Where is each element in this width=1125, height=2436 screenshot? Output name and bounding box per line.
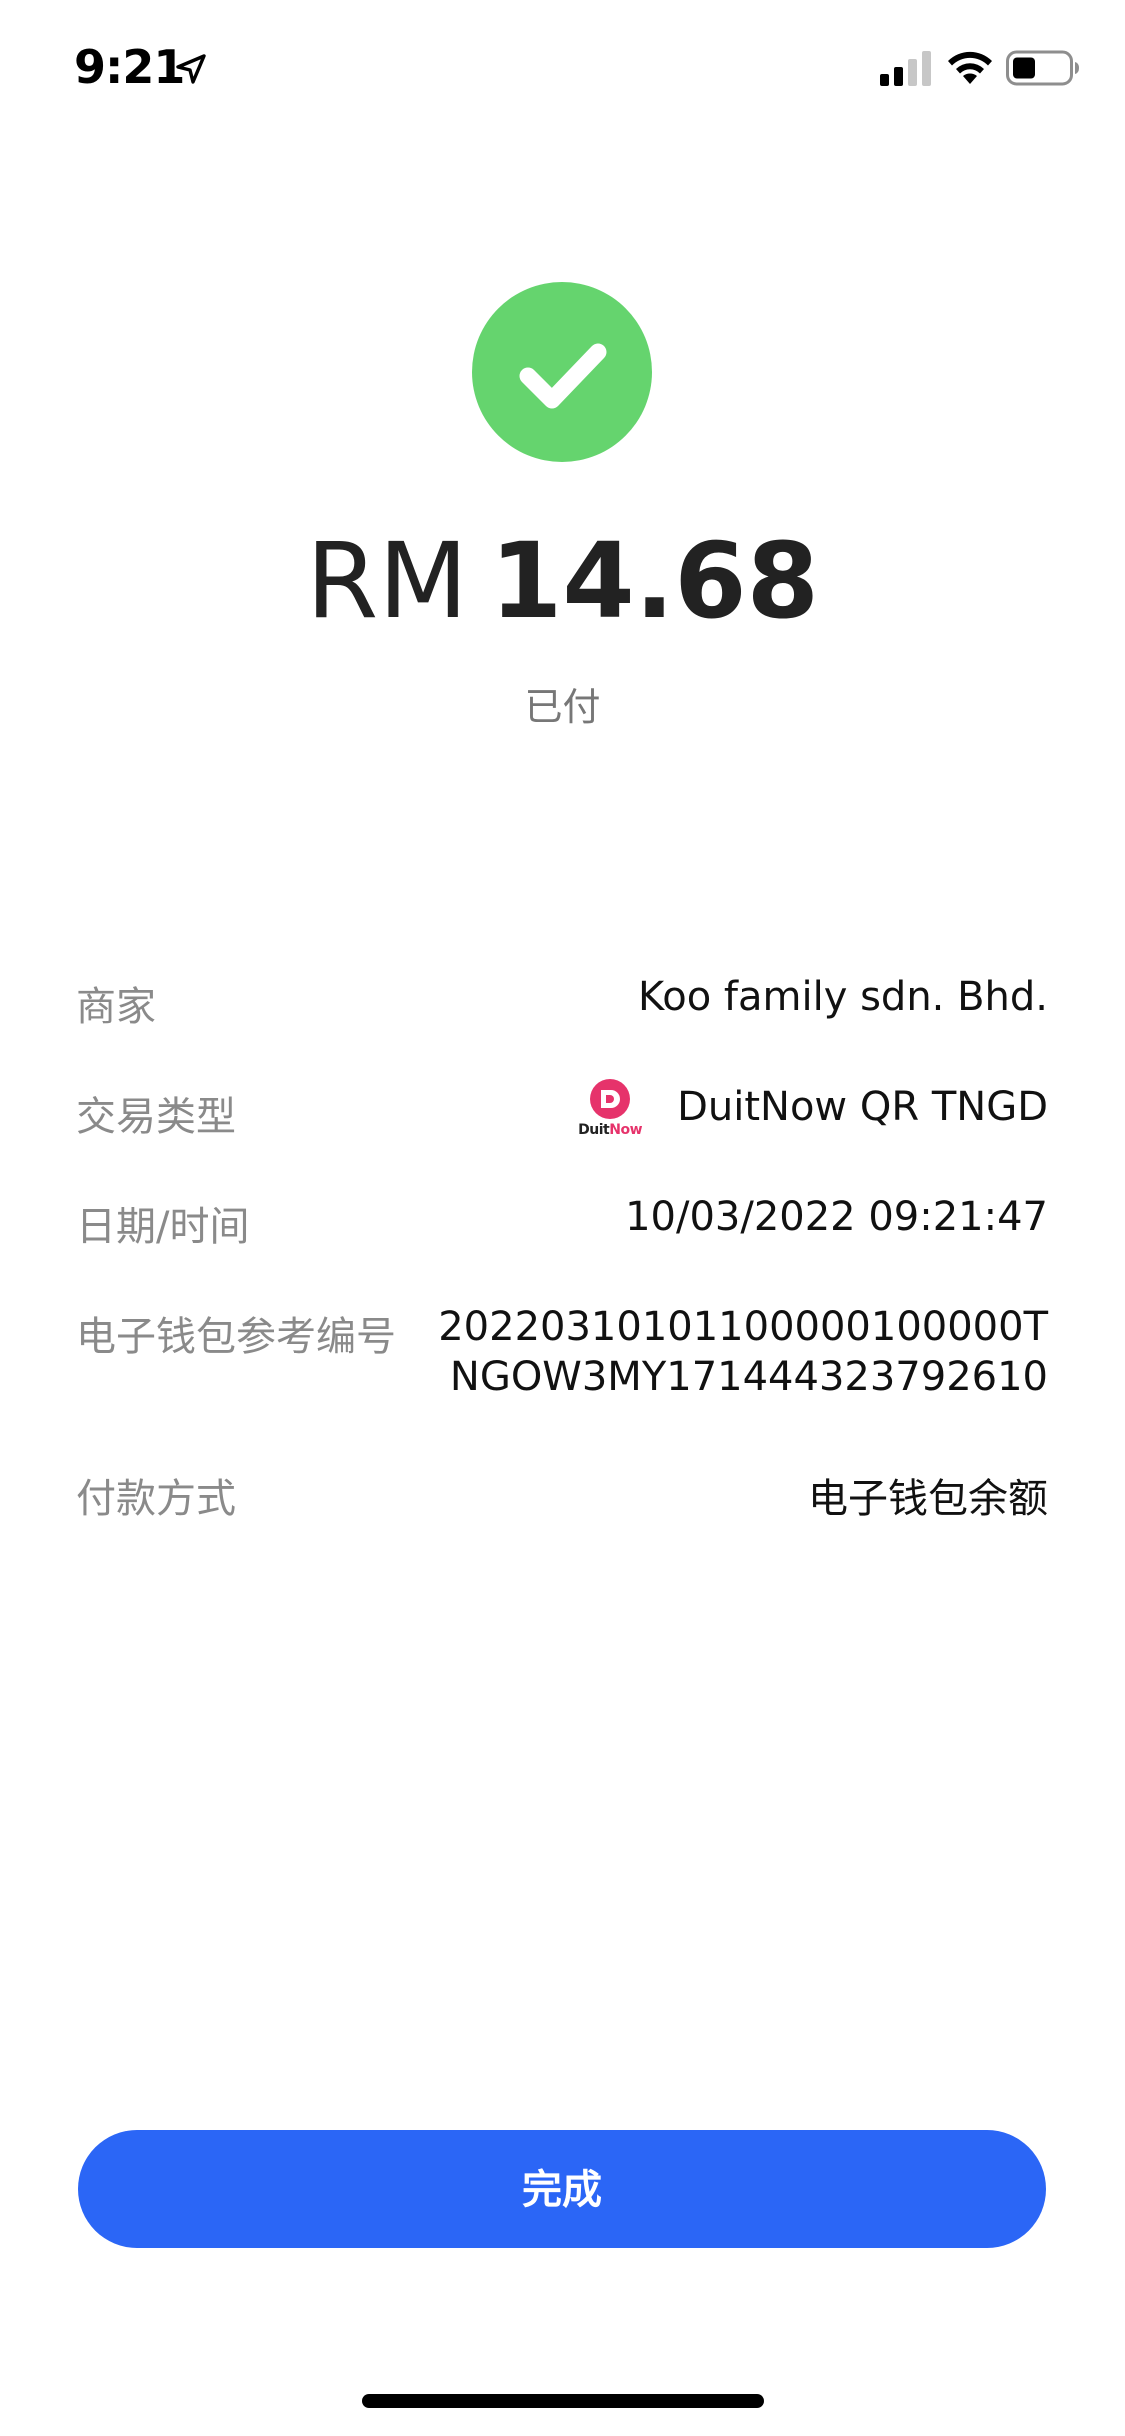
location-arrow-icon	[176, 54, 206, 84]
status-bar: 9:21	[0, 0, 1125, 140]
payment-status: 已付	[524, 685, 601, 729]
cellular-signal-icon	[880, 51, 931, 86]
wifi-icon	[948, 51, 992, 84]
wallet-reference-line-1: 20220310101100000100000T	[438, 1304, 1048, 1350]
datetime-value: 10/03/2022 09:21:47	[625, 1194, 1048, 1240]
payment-method-value: 电子钱包余额	[808, 1476, 1048, 1522]
wallet-reference-label: 电子钱包参考编号	[76, 1314, 396, 1360]
payment-amount: RM 14.68	[0, 520, 1125, 642]
transaction-type-label: 交易类型	[76, 1094, 236, 1140]
home-indicator[interactable]	[362, 2394, 764, 2408]
battery-icon	[1006, 50, 1079, 86]
merchant-label: 商家	[76, 984, 156, 1030]
amount-value: 14.68	[490, 520, 819, 642]
merchant-value: Koo family sdn. Bhd.	[638, 974, 1048, 1020]
amount-currency: RM	[306, 520, 469, 642]
done-button[interactable]: 完成	[78, 2130, 1046, 2248]
wallet-reference-line-2: NGOW3MY171444323792610	[449, 1354, 1048, 1400]
transaction-type-value: DuitNow QR TNGD	[677, 1084, 1048, 1130]
status-time: 9:21	[74, 40, 185, 94]
duitnow-logo-text: DuitNow	[578, 1122, 643, 1138]
transaction-type-value-wrap: DuitNow DuitNow QR TNGD	[577, 1079, 1048, 1144]
datetime-label: 日期/时间	[76, 1204, 250, 1250]
payment-method-label: 付款方式	[76, 1476, 236, 1522]
wallet-reference-value: 20220310101100000100000T NGOW3MY17144432…	[438, 1302, 1048, 1402]
success-badge	[472, 282, 652, 462]
checkmark-icon	[519, 343, 607, 409]
duitnow-logo-icon: DuitNow	[577, 1078, 643, 1140]
